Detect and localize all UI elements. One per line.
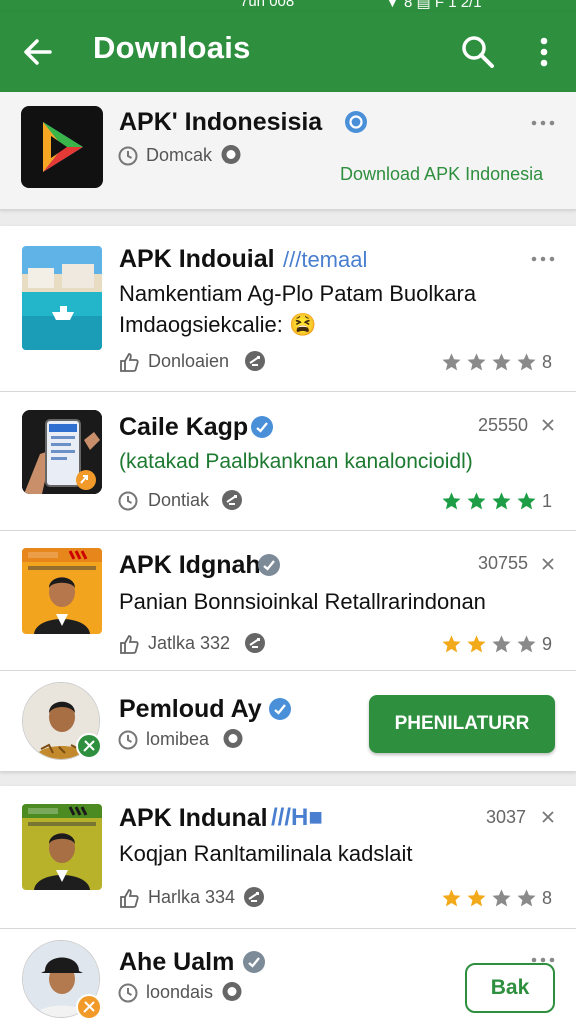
- app-tag: ///H■: [271, 804, 323, 831]
- app-meta: Dontiak: [148, 490, 210, 510]
- play-store-icon: [43, 122, 83, 172]
- thumbs-up-icon: [120, 889, 139, 908]
- verified-badge-icon: [258, 554, 280, 576]
- phone-app-image: [22, 410, 102, 494]
- thumbs-up-icon: [120, 353, 139, 372]
- rating-stars: [441, 888, 537, 910]
- status-bar: 7uh 008 ▼ 8 ▤ F 1 2/1: [0, 0, 576, 12]
- status-badge: [76, 733, 102, 759]
- app-description: Panian Bonnsioinkal Retallrarindonan: [119, 589, 486, 614]
- app-icon-play: [21, 106, 103, 188]
- rating-count: 9: [542, 634, 553, 654]
- star-icon: [442, 353, 461, 371]
- back-arrow-icon[interactable]: [18, 32, 58, 72]
- clock-icon: [118, 491, 138, 511]
- status-icons: ▼ 8 ▤ F 1 2/1: [385, 0, 482, 11]
- app-name: APK' Indonesisia: [119, 108, 323, 136]
- page-title: Downloais: [93, 30, 251, 65]
- share-icon: [244, 887, 264, 907]
- app-icon-person: [22, 804, 102, 890]
- app-name: Caile Kagp: [119, 413, 249, 441]
- app-meta: Donloaien: [148, 351, 230, 371]
- download-count: 3037: [486, 807, 527, 827]
- beach-resort-image: [22, 246, 102, 350]
- download-link[interactable]: Download APK Indonesia: [340, 164, 543, 185]
- app-name: APK Indunal: [119, 804, 268, 832]
- app-icon-phone: [22, 410, 102, 494]
- rating-count: 8: [542, 888, 553, 908]
- app-description-line-2: Imdaogsiekcalie: 😫: [119, 312, 317, 337]
- star-icon: [492, 353, 511, 371]
- thumbs-up-icon: [120, 635, 139, 654]
- app-meta: Domcak: [146, 145, 213, 165]
- chat-icon: [223, 729, 243, 748]
- star-icon: [492, 635, 511, 653]
- star-icon: [517, 353, 536, 371]
- chat-icon: [222, 982, 242, 1001]
- app-name: Pemloud Ay: [119, 695, 262, 723]
- star-icon: [442, 492, 461, 510]
- star-icon: [467, 353, 486, 371]
- clock-icon: [118, 730, 138, 750]
- rating-count: 8: [542, 352, 553, 372]
- rating-stars: [441, 634, 537, 656]
- more-options-icon[interactable]: [530, 254, 556, 264]
- install-button[interactable]: PHENILATURR: [369, 695, 555, 753]
- app-description: Koqjan Ranltamilinala kadslait: [119, 841, 413, 866]
- app-tag: ///temaal: [283, 247, 368, 272]
- app-meta: lomibea: [146, 729, 210, 749]
- verified-badge-icon: [243, 951, 265, 973]
- rating-count: 1: [542, 491, 553, 511]
- more-vert-icon[interactable]: [528, 32, 560, 72]
- app-name: Ahe Ualm: [119, 948, 235, 976]
- share-icon: [245, 633, 265, 653]
- status-time: 7uh 008: [240, 0, 295, 10]
- app-name: APK Idgnah: [119, 551, 261, 579]
- close-icon[interactable]: [541, 810, 555, 824]
- person-poster-image: [22, 548, 102, 634]
- clock-icon: [118, 983, 138, 1003]
- app-name: APK Indouial: [119, 245, 275, 273]
- app-bar: Downloais: [0, 12, 576, 92]
- share-icon: [245, 351, 265, 371]
- search-icon[interactable]: [458, 32, 498, 72]
- app-meta: Jatlka 332: [148, 633, 231, 653]
- verified-badge-icon: [269, 698, 291, 720]
- star-icon: [442, 889, 461, 907]
- app-icon-beach: [22, 246, 102, 350]
- star-icon: [517, 492, 536, 510]
- star-icon: [442, 635, 461, 653]
- verified-badge-icon: [345, 111, 367, 133]
- back-button[interactable]: Bak: [465, 963, 555, 1013]
- rating-stars: [441, 352, 537, 374]
- status-badge: [76, 994, 102, 1020]
- close-icon[interactable]: [541, 557, 555, 571]
- app-meta: loondais: [146, 982, 214, 1002]
- star-icon: [517, 889, 536, 907]
- close-icon[interactable]: [541, 418, 555, 432]
- download-count: 25550: [478, 415, 529, 435]
- app-description: (katakad Paalbkanknan kanaloncioidl): [119, 450, 473, 473]
- star-icon: [467, 889, 486, 907]
- verified-badge-icon: [251, 416, 273, 438]
- star-icon: [492, 492, 511, 510]
- download-count: 30755: [478, 553, 529, 573]
- share-icon: [222, 490, 242, 510]
- app-icon-person: [22, 548, 102, 634]
- more-options-icon[interactable]: [530, 118, 556, 128]
- star-icon: [467, 492, 486, 510]
- chat-icon: [221, 145, 241, 164]
- person-poster-image: [22, 804, 102, 890]
- star-icon: [517, 635, 536, 653]
- star-icon: [492, 889, 511, 907]
- star-icon: [467, 635, 486, 653]
- app-description-line-1: Namkentiam Ag-Plo Patam Buolkara: [119, 281, 477, 306]
- clock-icon: [118, 146, 138, 166]
- rating-stars: [441, 491, 537, 513]
- app-meta: Harlka 334: [148, 887, 236, 907]
